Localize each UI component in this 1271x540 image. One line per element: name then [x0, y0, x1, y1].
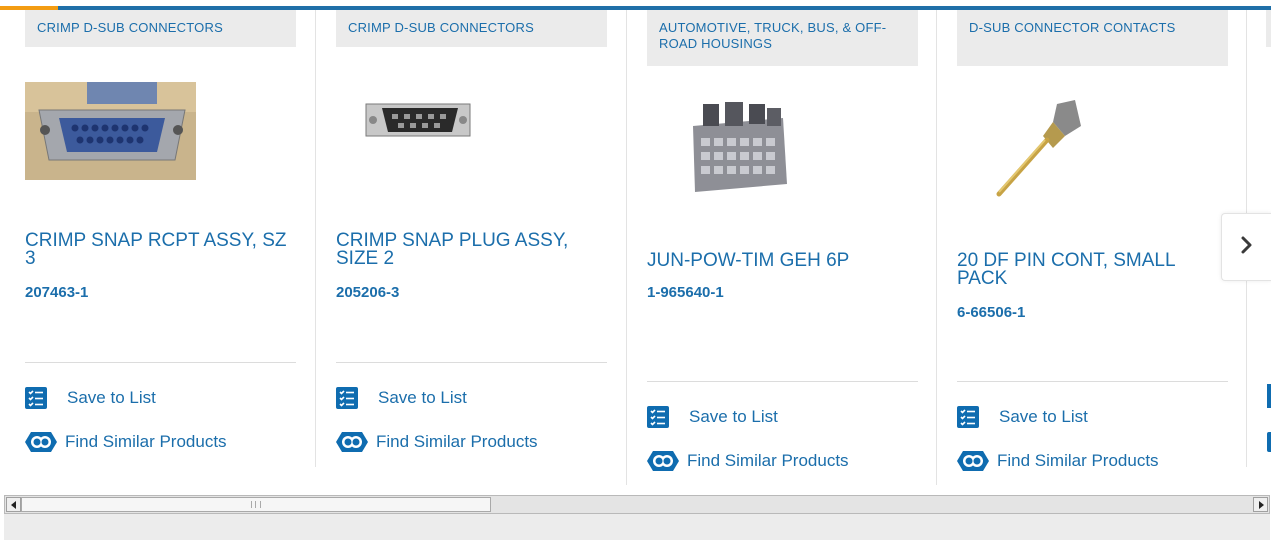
product-card: CRIMP D-SUB CONNECTORS CRIMP SNAP RCPT A…: [25, 10, 335, 467]
scroll-right-button[interactable]: [1253, 497, 1268, 512]
chevron-right-icon: [1240, 235, 1254, 260]
save-to-list-button[interactable]: Save to List: [957, 405, 1088, 429]
part-number[interactable]: 1-965640-1: [647, 284, 724, 301]
find-similar-icon: [23, 430, 59, 454]
product-card: CRIMP D-SUB CONNECTORS CRIMP SNAP PLUG A…: [336, 10, 646, 467]
product-title[interactable]: CRIMP SNAP PLUG ASSY, SIZE 2: [336, 231, 607, 268]
checklist-icon: [647, 406, 669, 428]
save-to-list-label: Save to List: [999, 407, 1088, 426]
save-to-list-label: Save to List: [689, 407, 778, 426]
card-divider: [957, 381, 1228, 382]
column-divider: [315, 10, 316, 467]
top-accent-bar: [0, 0, 1271, 10]
bottom-panel: [4, 514, 1270, 540]
grip-icon: [251, 501, 261, 508]
dsub-plug-image[interactable]: [336, 86, 607, 216]
product-category[interactable]: CRIMP D-SUB CONNECTORS: [25, 10, 296, 47]
card-divider: [336, 362, 607, 363]
find-similar-products-button[interactable]: Find Similar Products: [957, 449, 1159, 473]
scroll-left-button[interactable]: [6, 497, 21, 512]
checklist-icon: [25, 387, 47, 409]
checklist-icon: [957, 406, 979, 428]
horizontal-scrollbar[interactable]: [4, 495, 1270, 514]
product-category[interactable]: AUTOMOTIVE, TRUCK, BUS, & OFF-ROAD HOUSI…: [647, 10, 918, 66]
find-similar-label: Find Similar Products: [65, 432, 227, 451]
save-to-list-label: Save to List: [378, 388, 467, 407]
column-divider: [936, 10, 937, 485]
column-divider: [626, 10, 627, 485]
part-number[interactable]: 207463-1: [25, 284, 88, 301]
save-to-list-button[interactable]: Save to List: [336, 386, 467, 410]
find-similar-products-button[interactable]: Find Similar Products: [647, 449, 849, 473]
product-title[interactable]: 20 DF PIN CONT, SMALL PACK: [957, 251, 1228, 288]
dsub-receptacle-image[interactable]: [25, 82, 296, 212]
find-similar-products-button[interactable]: Find Similar Products: [336, 430, 538, 454]
checklist-icon: [336, 387, 358, 409]
find-similar-label: Find Similar Products: [997, 451, 1159, 470]
find-similar-products-button[interactable]: Find Similar Products: [25, 430, 227, 454]
scrollbar-thumb[interactable]: [21, 497, 491, 512]
triangle-left-icon: [10, 496, 17, 514]
pin-contact-image[interactable]: [957, 96, 1228, 226]
product-title[interactable]: CRIMP SNAP RCPT ASSY, SZ 3: [25, 231, 296, 268]
product-card: AUTOMOTIVE, TRUCK, BUS, & OFF-ROAD HOUSI…: [647, 10, 957, 485]
save-to-list-button[interactable]: Save to List: [647, 405, 778, 429]
automotive-housing-image[interactable]: [647, 98, 918, 228]
card-divider: [647, 381, 918, 382]
part-number[interactable]: 6-66506-1: [957, 304, 1025, 321]
find-similar-label: Find Similar Products: [687, 451, 849, 470]
find-similar-icon: [955, 449, 991, 473]
find-similar-icon: [334, 430, 370, 454]
carousel-next-button[interactable]: [1221, 213, 1271, 281]
save-to-list-button[interactable]: Save to List: [25, 386, 156, 410]
card-divider: [25, 362, 296, 363]
product-title[interactable]: JUN-POW-TIM GEH 6P: [647, 251, 918, 270]
find-similar-label: Find Similar Products: [376, 432, 538, 451]
triangle-right-icon: [1258, 496, 1264, 514]
product-category[interactable]: D-SUB CONNECTOR CONTACTS: [957, 10, 1228, 66]
save-to-list-label: Save to List: [67, 388, 156, 407]
part-number[interactable]: 205206-3: [336, 284, 399, 301]
product-category[interactable]: CRIMP D-SUB CONNECTORS: [336, 10, 607, 47]
find-similar-icon: [645, 449, 681, 473]
